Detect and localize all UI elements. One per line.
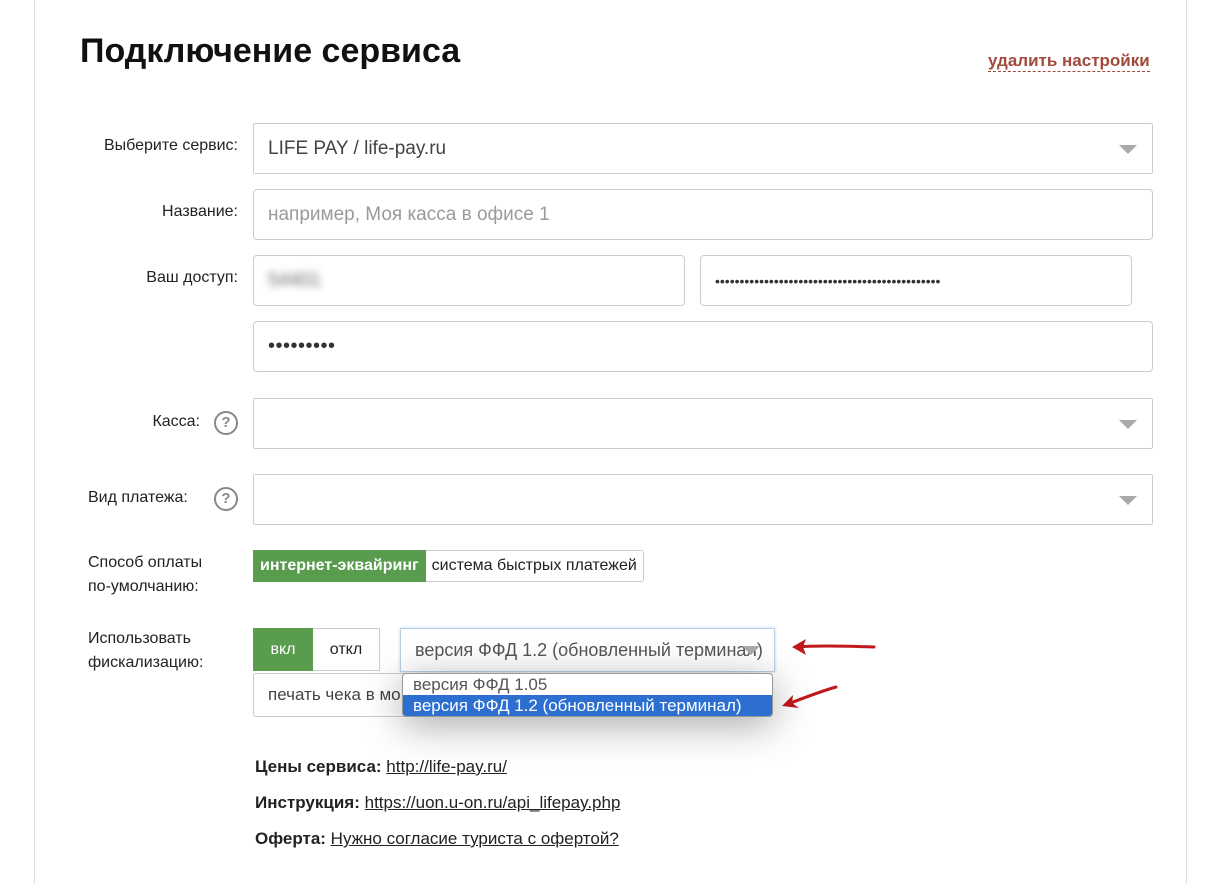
annotation-arrow-icon [792,639,876,655]
password-value: ••••••••• [268,335,336,357]
service-select[interactable]: LIFE PAY / life-pay.ru [253,123,1153,174]
prices-link[interactable]: http://life-pay.ru/ [386,757,507,776]
chevron-down-icon [1119,495,1137,505]
fiscalization-label-line1: Использовать [88,630,191,647]
fiscalization-on-button[interactable]: вкл [253,628,313,671]
ffd-option-1-05[interactable]: версия ФФД 1.05 [403,674,772,695]
fiscalization-label-line2: фискализацию: [88,654,204,671]
name-input[interactable]: например, Моя касса в офисе 1 [253,189,1153,240]
default-payment-toggle[interactable]: интернет-эквайринг система быстрых плате… [253,550,644,582]
panel-right-border [1186,0,1187,884]
prices-label: Цены сервиса: [255,757,382,776]
receipt-print-value: печать чека в мо [268,685,401,704]
fiscalization-toggle[interactable]: вкл откл [253,628,380,671]
payment-type-select[interactable] [253,474,1153,525]
chevron-down-icon [1119,419,1137,429]
prices-info: Цены сервиса: http://life-pay.ru/ [255,757,507,777]
ffd-version-select-value: версия ФФД 1.2 (обновленный терминал) [415,639,763,660]
service-label: Выберите сервис: [103,137,238,154]
api-key-value: ••••••••••••••••••••••••••••••••••••••••… [715,272,941,289]
chevron-down-icon [1119,144,1137,154]
access-label: Ваш доступ: [146,269,238,286]
ffd-version-select[interactable]: версия ФФД 1.2 (обновленный терминал) [400,628,775,672]
option-fast-payments[interactable]: система быстрых платежей [425,550,644,582]
page-title: Подключение сервиса [80,32,461,70]
service-select-value: LIFE PAY / life-pay.ru [268,137,447,159]
offer-link[interactable]: Нужно согласие туриста с офертой? [331,829,619,848]
instruction-info: Инструкция: https://uon.u-on.ru/api_life… [255,793,620,813]
login-input[interactable]: 54401 [253,255,685,306]
default-payment-label-line2: по-умолчанию: [88,578,199,595]
help-icon[interactable]: ? [214,411,238,435]
password-input[interactable]: ••••••••• [253,321,1153,372]
api-key-input[interactable]: ••••••••••••••••••••••••••••••••••••••••… [700,255,1132,306]
delete-settings-link[interactable]: удалить настройки [988,51,1150,72]
login-value: 54401 [268,269,321,291]
default-payment-label: Способ оплаты по-умолчанию: [88,551,202,599]
help-icon[interactable]: ? [214,487,238,511]
ffd-option-1-2[interactable]: версия ФФД 1.2 (обновленный терминал) [403,695,772,716]
name-input-placeholder: например, Моя касса в офисе 1 [268,203,550,225]
payment-type-label: Вид платежа: [88,489,188,506]
offer-info: Оферта: Нужно согласие туриста с офертой… [255,829,619,849]
ffd-version-dropdown: версия ФФД 1.05 версия ФФД 1.2 (обновлен… [402,673,773,717]
cashbox-select[interactable] [253,398,1153,449]
annotation-arrow-icon [782,685,838,708]
default-payment-label-line1: Способ оплаты [88,554,203,571]
instruction-label: Инструкция: [255,793,360,812]
option-internet-acquiring[interactable]: интернет-эквайринг [253,550,426,582]
chevron-down-icon [742,646,760,655]
fiscalization-off-button[interactable]: откл [313,628,380,671]
name-label: Название: [162,203,238,220]
offer-label: Оферта: [255,829,326,848]
panel-left-border [34,0,35,884]
cashbox-label: Касса: [152,413,200,430]
instruction-link[interactable]: https://uon.u-on.ru/api_lifepay.php [365,793,621,812]
fiscalization-label: Использовать фискализацию: [88,627,203,675]
